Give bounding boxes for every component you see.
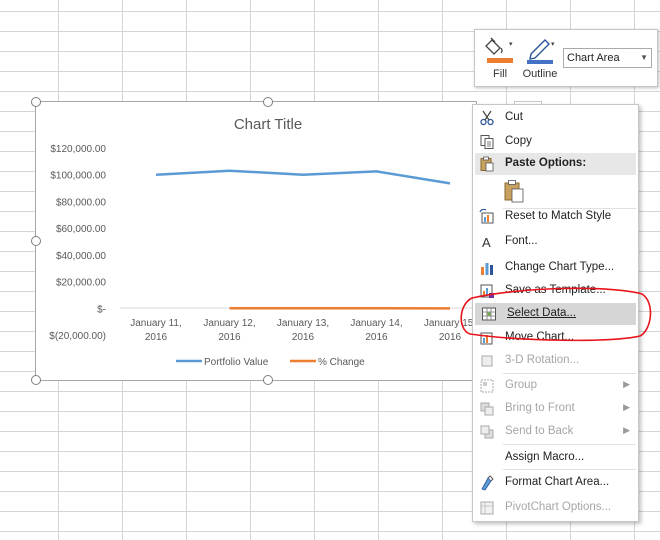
font-icon: A [482, 235, 491, 250]
resize-handle-left[interactable] [31, 236, 41, 246]
menu-item-label: Send to Back [505, 425, 574, 437]
svg-text:▾: ▾ [509, 41, 513, 48]
menu-separator [503, 373, 636, 374]
legend-label-portfolio: Portfolio Value [204, 357, 269, 368]
x-tick-label: 2016 [439, 332, 462, 343]
paint-bucket-icon: ▾ [485, 37, 513, 63]
menu-item-label: Reset to Match Style [505, 210, 612, 222]
chart-canvas: Chart Title $120,000.00 $100,000.00 $80,00… [49, 116, 476, 368]
submenu-arrow-icon: ▶ [623, 379, 630, 389]
template-icon [480, 284, 494, 298]
rotation-icon [481, 355, 493, 367]
x-tick-label: 2016 [292, 332, 315, 343]
menu-item-label: Cut [505, 111, 523, 123]
resize-handle-top[interactable] [263, 97, 273, 107]
resize-handle-top-left[interactable] [31, 97, 41, 107]
y-tick-label: $- [97, 304, 106, 315]
menu-item-label: 3-D Rotation... [505, 354, 580, 366]
submenu-arrow-icon: ▶ [623, 425, 630, 435]
x-tick-label: 2016 [218, 332, 241, 343]
x-tick-label: January 12, [203, 318, 255, 329]
menu-item-copy[interactable]: Copy [473, 131, 638, 153]
submenu-arrow-icon: ▶ [623, 402, 630, 412]
menu-item-label: Format Chart Area... [505, 476, 610, 488]
outline-label: Outline [522, 68, 558, 80]
x-tick-label: 2016 [365, 332, 388, 343]
menu-item-label: Assign Macro... [505, 451, 585, 463]
menu-item-save-template[interactable]: Save as Template... [473, 280, 638, 302]
menu-item-label: PivotChart Options... [505, 501, 612, 513]
menu-item-label: Font... [505, 235, 538, 247]
menu-item-format-chart-area[interactable]: Format Chart Area... [473, 472, 638, 494]
menu-item-label: Change Chart Type... [505, 261, 615, 273]
y-tick-label: $60,000.00 [56, 224, 106, 235]
move-chart-icon [480, 332, 493, 345]
resize-handle-bottom-left[interactable] [31, 375, 41, 385]
menu-item-send-to-back[interactable]: Send to Back ▶ [473, 421, 638, 443]
menu-item-bring-to-front[interactable]: Bring to Front ▶ [473, 398, 638, 420]
chart-title[interactable]: Chart Title [234, 116, 302, 133]
menu-item-label: Select Data... [507, 307, 577, 319]
y-tick-label: $80,000.00 [56, 197, 106, 208]
menu-item-label: Save as Template... [505, 284, 606, 296]
menu-separator [503, 444, 636, 445]
menu-item-3d-rotation[interactable]: 3-D Rotation... [473, 350, 638, 372]
series-line-portfolio-value[interactable] [155, 169, 451, 185]
resize-handle-bottom[interactable] [263, 375, 273, 385]
x-tick-label: January 14, [350, 318, 402, 329]
menu-item-reset-style[interactable]: Reset to Match Style [473, 206, 638, 228]
x-tick-label: January 11, [130, 318, 182, 329]
menu-item-label: Move Chart... [505, 331, 575, 343]
copy-icon [480, 135, 494, 149]
chart-element-dropdown[interactable]: Chart Area ▼ [563, 48, 652, 68]
chart-element-value: Chart Area [567, 52, 620, 64]
menu-item-change-chart-type[interactable]: Change Chart Type... [473, 257, 638, 279]
chevron-down-icon: ▼ [640, 53, 648, 62]
chart-type-icon [481, 263, 493, 275]
menu-item-label: Copy [505, 135, 532, 147]
y-tick-label: $(20,000.00) [49, 331, 106, 342]
format-mini-toolbar: ▾ Fill ▾ Outline Chart Area ▼ [474, 29, 658, 87]
menu-item-label: Paste Options: [505, 157, 587, 169]
chart-legend[interactable]: Portfolio Value % Change [176, 357, 365, 368]
paste-icon [480, 156, 494, 172]
x-tick-label: January 13, [277, 318, 329, 329]
menu-separator [503, 469, 636, 470]
outline-button[interactable]: ▾ Outline [519, 34, 561, 82]
y-tick-label: $40,000.00 [56, 251, 106, 262]
select-data-icon [482, 307, 496, 321]
menu-item-label: Group [505, 379, 537, 391]
y-tick-label: $120,000.00 [50, 144, 106, 155]
pivot-options-icon [480, 501, 494, 515]
menu-item-cut[interactable]: Cut [473, 107, 638, 129]
scissors-icon [480, 110, 494, 126]
bring-front-icon [480, 402, 494, 416]
x-tick-label: 2016 [145, 332, 168, 343]
y-tick-label: $100,000.00 [50, 171, 106, 182]
legend-label-change: % Change [318, 357, 365, 368]
menu-item-paste-options: Paste Options: [473, 153, 638, 175]
menu-item-group[interactable]: Group ▶ [473, 375, 638, 397]
fill-button[interactable]: ▾ Fill [479, 34, 521, 82]
menu-item-move-chart[interactable]: Move Chart... [473, 327, 638, 349]
reset-style-icon [479, 209, 494, 224]
send-back-icon [480, 425, 494, 439]
fill-label: Fill [492, 68, 508, 80]
paste-option-icon [504, 180, 524, 203]
menu-item-assign-macro[interactable]: Assign Macro... [473, 447, 638, 469]
pen-outline-icon: ▾ [527, 39, 555, 64]
menu-item-pivotchart-options[interactable]: PivotChart Options... [473, 497, 638, 519]
format-area-icon [481, 475, 494, 491]
chart-area[interactable]: Chart Title $120,000.00 $100,000.00 $80,00… [35, 101, 477, 381]
y-tick-label: $20,000.00 [56, 278, 106, 289]
menu-item-label: Bring to Front [505, 402, 575, 414]
menu-item-font[interactable]: A Font... [473, 231, 638, 253]
svg-text:A: A [482, 235, 491, 250]
paste-option-button[interactable] [473, 177, 638, 205]
context-menu: Cut Copy Paste Options: Reset to Match S… [472, 104, 639, 522]
menu-item-select-data[interactable]: Select Data... [475, 303, 636, 325]
x-tick-label: January 15, [424, 318, 476, 329]
group-icon [480, 379, 494, 393]
svg-text:▾: ▾ [551, 41, 555, 48]
